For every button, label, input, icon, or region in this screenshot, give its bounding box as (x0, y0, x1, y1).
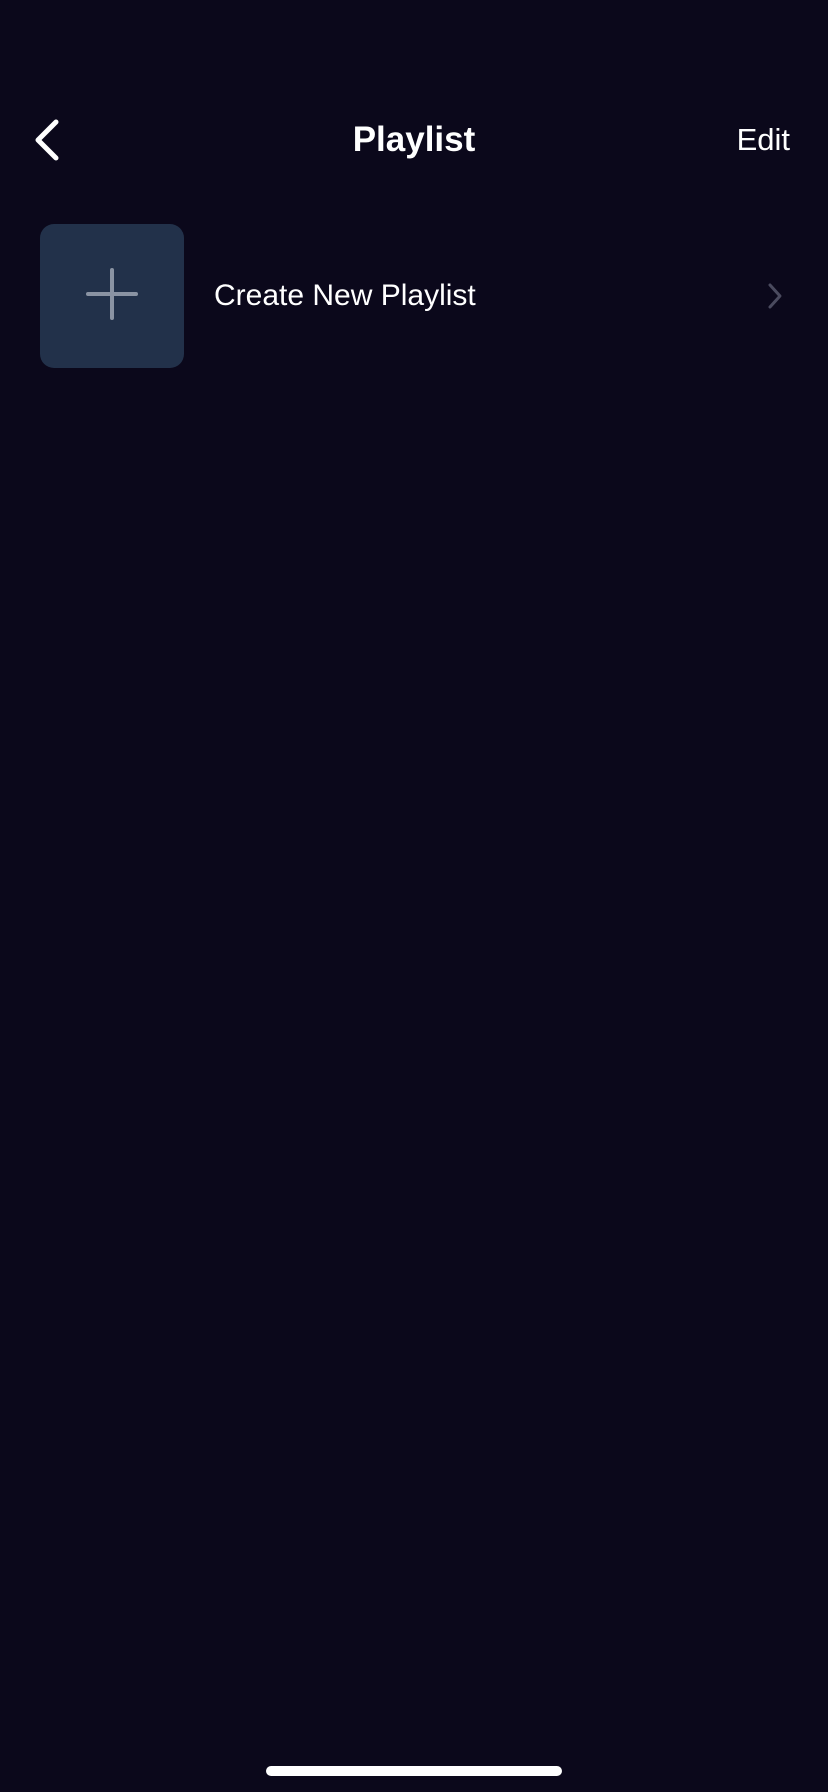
create-new-playlist-item[interactable]: Create New Playlist (0, 224, 828, 368)
create-playlist-thumbnail (40, 224, 184, 368)
edit-button[interactable]: Edit (737, 100, 790, 180)
playlist-list: Create New Playlist (0, 224, 828, 368)
plus-icon (85, 267, 139, 326)
home-indicator[interactable] (266, 1766, 562, 1776)
chevron-right-icon (760, 224, 790, 368)
create-new-playlist-label: Create New Playlist (214, 279, 476, 312)
page-title: Playlist (352, 120, 476, 159)
back-button[interactable] (14, 100, 80, 180)
chevron-left-icon (32, 118, 62, 162)
navigation-bar: Playlist Edit (0, 100, 828, 180)
playlist-screen: Playlist Edit Create New Playlist (0, 0, 828, 1792)
